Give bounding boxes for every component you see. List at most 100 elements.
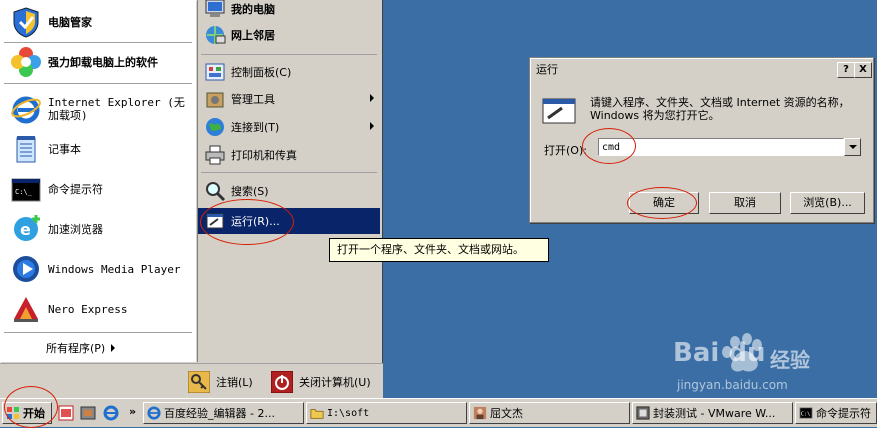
run-icon bbox=[542, 98, 576, 124]
ie-icon bbox=[147, 406, 161, 420]
start-item-speed-browser[interactable]: e 加速浏览器 bbox=[0, 211, 196, 247]
separator bbox=[201, 54, 377, 55]
logoff-label: 注销(L) bbox=[216, 376, 253, 389]
globe-icon bbox=[206, 118, 224, 136]
start-item-uninstaller[interactable]: 强力卸载电脑上的软件 bbox=[0, 44, 196, 80]
taskbar-button-label: I:\soft bbox=[327, 407, 370, 419]
start-item-media-player[interactable]: Windows Media Player bbox=[0, 251, 196, 287]
help-button[interactable]: ? bbox=[837, 62, 855, 78]
run-dialog-titlebar[interactable]: 运行 ? X bbox=[532, 60, 872, 78]
ie-icon bbox=[11, 96, 41, 124]
separator bbox=[4, 332, 192, 333]
start-item-printers-faxes[interactable]: 打印机和传真 bbox=[198, 142, 380, 168]
quicklaunch-more-button[interactable]: » bbox=[129, 405, 136, 418]
annotation-circle bbox=[582, 128, 636, 164]
run-dialog-description: 请键入程序、文件夹、文档或 Internet 资源的名称，Windows 将为您… bbox=[590, 96, 850, 122]
browse-button[interactable]: 浏览(B)... bbox=[790, 192, 865, 214]
shield-icon bbox=[13, 7, 39, 38]
show-desktop-icon[interactable] bbox=[80, 405, 96, 421]
network-icon bbox=[206, 26, 226, 44]
close-button[interactable]: X bbox=[854, 62, 872, 78]
start-item-admin-tools[interactable]: 管理工具 bbox=[198, 86, 380, 112]
start-item-label: 我的电脑 bbox=[231, 3, 275, 16]
separator bbox=[4, 83, 192, 84]
taskbar: 开始 » 百度经验_编辑器 - 2... I:\soft 屈文杰 封装测试 - … bbox=[0, 398, 877, 427]
baidu-watermark: Bai du 经验 jingyan.baidu.com bbox=[665, 330, 875, 400]
ie-icon[interactable] bbox=[103, 405, 119, 421]
start-item-label: Internet Explorer (无加载项) bbox=[48, 96, 185, 122]
admin-tools-icon bbox=[206, 92, 224, 108]
browser-icon: e bbox=[14, 215, 40, 241]
start-item-search[interactable]: 搜索(S) bbox=[198, 178, 380, 204]
start-item-label: 强力卸载电脑上的软件 bbox=[48, 56, 158, 69]
nero-icon bbox=[14, 297, 38, 322]
cancel-button[interactable]: 取消 bbox=[709, 192, 781, 214]
taskbar-button-label: 封装测试 - VMware W... bbox=[653, 407, 776, 420]
taskbar-button-ie-editor[interactable]: 百度经验_编辑器 - 2... bbox=[143, 402, 304, 424]
notepad-icon bbox=[16, 136, 36, 163]
cmd-icon: C:\ bbox=[799, 407, 813, 419]
svg-text:C:\_: C:\_ bbox=[15, 188, 33, 196]
control-panel-icon bbox=[205, 63, 225, 81]
computer-icon bbox=[205, 0, 225, 17]
user-icon bbox=[473, 406, 487, 420]
taskbar-button-folder[interactable]: I:\soft bbox=[306, 402, 467, 424]
start-item-label: Windows Media Player bbox=[48, 262, 181, 276]
start-item-label: 加速浏览器 bbox=[48, 223, 103, 236]
start-item-network-places[interactable]: 网上邻居 bbox=[198, 22, 380, 48]
start-item-label: 命令提示符 bbox=[48, 183, 103, 196]
all-programs-label: 所有程序(P) bbox=[46, 342, 106, 355]
shutdown-button[interactable]: 关闭计算机(U) bbox=[271, 371, 371, 393]
start-item-label: 控制面板(C) bbox=[231, 66, 292, 79]
annotation-circle bbox=[4, 386, 58, 428]
start-item-internet-explorer[interactable]: Internet Explorer (无加载项) bbox=[0, 90, 196, 128]
logoff-button[interactable]: 注销(L) bbox=[188, 371, 253, 393]
separator bbox=[4, 42, 192, 43]
taskbar-button-user[interactable]: 屈文杰 bbox=[469, 402, 630, 424]
start-menu-system-list: 我的电脑 网上邻居 控制面板(C) 管理工具 连接到(T) 打印机和传真 搜索(… bbox=[197, 0, 382, 362]
key-icon bbox=[188, 371, 210, 393]
start-item-control-panel[interactable]: 控制面板(C) bbox=[198, 59, 380, 85]
taskbar-button-vmware[interactable]: 封装测试 - VMware W... bbox=[632, 402, 793, 424]
start-item-connect-to[interactable]: 连接到(T) bbox=[198, 114, 380, 140]
dropdown-button[interactable] bbox=[844, 138, 861, 156]
taskbar-button-label: 命令提示符 bbox=[816, 407, 871, 420]
open-label: 打开(O): bbox=[544, 144, 587, 157]
start-menu: 电脑管家 强力卸载电脑上的软件 Internet Explorer (无加载项) bbox=[0, 0, 383, 399]
taskbar-button-cmd[interactable]: C:\ 命令提示符 bbox=[795, 402, 877, 424]
search-icon bbox=[206, 182, 226, 202]
start-item-pc-manager[interactable]: 电脑管家 bbox=[0, 4, 196, 40]
start-item-notepad[interactable]: 记事本 bbox=[0, 131, 196, 167]
start-item-label: 电脑管家 bbox=[48, 16, 92, 29]
start-item-label: 打印机和传真 bbox=[231, 149, 297, 162]
cmd-icon: C:\_ bbox=[11, 178, 41, 202]
printer-icon bbox=[205, 145, 225, 165]
quicklaunch-app-icon[interactable] bbox=[58, 405, 74, 421]
all-programs-button[interactable]: 所有程序(P) bbox=[0, 337, 196, 359]
start-menu-pinned-list: 电脑管家 强力卸载电脑上的软件 Internet Explorer (无加载项) bbox=[0, 0, 196, 362]
folder-icon bbox=[310, 409, 324, 419]
svg-text:C:\: C:\ bbox=[801, 412, 810, 418]
separator bbox=[201, 172, 377, 173]
shutdown-label: 关闭计算机(U) bbox=[299, 376, 371, 389]
submenu-arrow-icon bbox=[370, 122, 374, 130]
submenu-arrow-icon bbox=[370, 94, 374, 102]
start-item-label: 连接到(T) bbox=[231, 121, 280, 134]
start-menu-footer: 注销(L) 关闭计算机(U) bbox=[0, 363, 383, 399]
start-item-nero-express[interactable]: Nero Express bbox=[0, 291, 196, 327]
run-dialog-title: 运行 bbox=[536, 63, 558, 76]
start-item-my-computer[interactable]: 我的电脑 bbox=[198, 0, 380, 22]
watermark-brand: Bai du bbox=[673, 338, 766, 368]
annotation-circle bbox=[627, 187, 697, 219]
media-player-icon bbox=[13, 256, 39, 282]
vmware-icon bbox=[636, 406, 650, 420]
start-item-command-prompt[interactable]: C:\_ 命令提示符 bbox=[0, 171, 196, 207]
annotation-circle bbox=[200, 199, 294, 245]
svg-text:e: e bbox=[20, 220, 31, 239]
start-item-label: 网上邻居 bbox=[231, 29, 275, 42]
start-item-label: 搜索(S) bbox=[231, 185, 269, 198]
arrow-right-icon bbox=[111, 344, 116, 352]
start-item-label: 记事本 bbox=[48, 143, 81, 156]
taskbar-button-label: 屈文杰 bbox=[490, 407, 523, 420]
start-item-label: 管理工具 bbox=[231, 93, 275, 106]
